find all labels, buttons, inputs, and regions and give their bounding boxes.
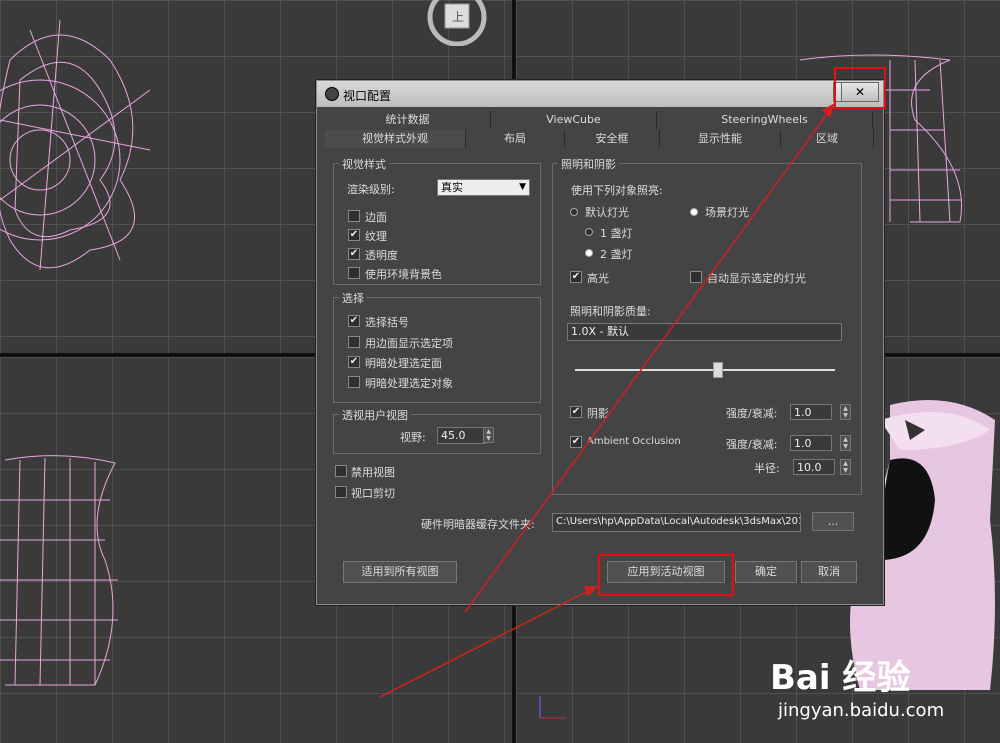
watermark-brand: Bai 经验 (770, 658, 911, 698)
axis-gizmo-icon (539, 696, 566, 719)
annotation-arrows (379, 103, 835, 698)
watermark-url: jingyan.baidu.com (778, 700, 945, 721)
